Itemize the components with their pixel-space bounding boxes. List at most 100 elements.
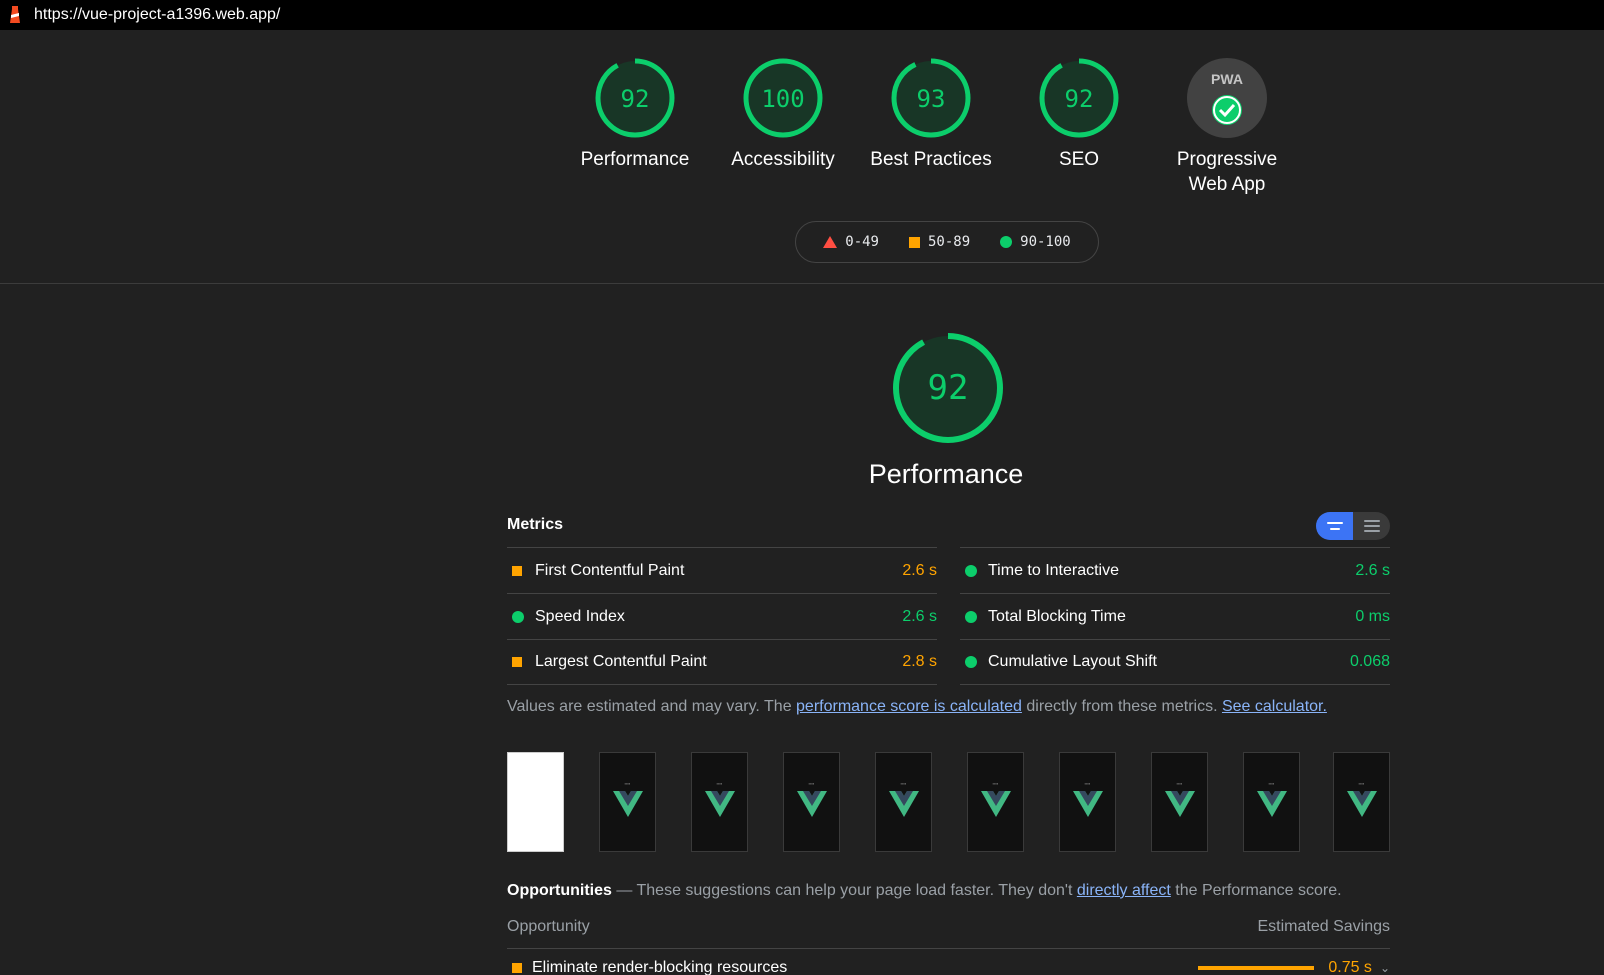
compact-view-icon[interactable]: [1316, 512, 1353, 540]
metric-name: Time to Interactive: [988, 561, 1120, 579]
pass-circle-icon: [965, 610, 977, 623]
gauge-label: Best Practices: [870, 149, 992, 170]
triangle-icon: [823, 236, 838, 248]
filmstrip-frame: ▪▪▪▪: [1333, 752, 1390, 852]
page-url: https://vue-project-a1396.web.app/: [34, 6, 281, 23]
see-calculator-link[interactable]: See calculator.: [1222, 698, 1327, 715]
pass-circle-icon: [965, 656, 977, 668]
vue-logo-icon: [1073, 791, 1103, 817]
metric-value: 2.6 s: [1355, 561, 1390, 579]
vue-logo-icon: [1165, 791, 1195, 817]
pwa-check-icon: PWA: [1187, 58, 1267, 138]
vue-logo-icon: [797, 791, 827, 817]
score-ring: 100: [743, 58, 823, 138]
performance-score: 92: [928, 368, 969, 408]
filmstrip-frame: ▪▪▪▪: [875, 752, 932, 852]
directly-affect-link[interactable]: directly affect: [1077, 882, 1171, 899]
score-value: 93: [917, 85, 946, 113]
gauge-performance[interactable]: 92 Performance: [565, 57, 705, 172]
gauge-label: Accessibility: [731, 149, 835, 170]
legend-pass: 90-100: [1000, 234, 1071, 250]
opportunities-desc: — These suggestions can help your page l…: [611, 882, 1077, 899]
filmstrip-frame: ▪▪▪▪: [599, 752, 656, 852]
opportunities-title: Opportunities: [507, 882, 612, 899]
score-calculated-link[interactable]: performance score is calculated: [796, 698, 1022, 715]
gauge-label: Progressive Web App: [1176, 149, 1278, 195]
metric-name: Cumulative Layout Shift: [988, 653, 1157, 670]
savings-value: 0.75 s: [1328, 959, 1372, 975]
filmstrip: ▪▪▪▪ ▪▪▪▪ ▪▪▪▪ ▪▪▪▪ ▪▪▪▪ ▪▪▪▪ ▪▪▪▪ ▪▪▪▪ …: [507, 752, 1390, 852]
divider: [507, 948, 1390, 949]
metric-name: Largest Contentful Paint: [535, 653, 707, 670]
filmstrip-frame: [507, 752, 564, 852]
metrics-right-column: Time to Interactive 2.6 s Total Blocking…: [960, 547, 1390, 685]
filmstrip-frame: ▪▪▪▪: [783, 752, 840, 852]
pwa-badge: PWA: [1211, 71, 1243, 87]
gauge-seo[interactable]: 92 SEO: [1009, 57, 1149, 172]
metric-row: Largest Contentful Paint 2.8 s: [507, 639, 937, 685]
gauge-accessibility[interactable]: 100 Accessibility: [713, 57, 853, 172]
score-ring: 92: [595, 58, 675, 138]
opportunity-row[interactable]: Eliminate render-blocking resources 0.75…: [507, 958, 1390, 975]
gauge-label: SEO: [1058, 149, 1100, 170]
col-opportunity: Opportunity: [507, 918, 590, 935]
opportunity-name: Eliminate render-blocking resources: [532, 959, 788, 975]
legend-range: 90-100: [1020, 234, 1071, 250]
category-gauges: 92 Performance 100 Accessibility 93 Best…: [581, 57, 1325, 207]
score-value: 100: [761, 85, 804, 113]
average-square-icon: [512, 657, 522, 667]
filmstrip-frame: ▪▪▪▪: [1151, 752, 1208, 852]
score-legend: 0-49 50-89 90-100: [795, 221, 1099, 263]
note-text: directly from these metrics.: [1021, 698, 1222, 715]
gauge-best-practices[interactable]: 93 Best Practices: [861, 57, 1001, 172]
savings-bar: [1198, 966, 1315, 970]
vue-logo-icon: [1347, 791, 1377, 817]
opportunities-desc: the Performance score.: [1170, 882, 1342, 899]
vue-logo-icon: [889, 791, 919, 817]
filmstrip-frame: ▪▪▪▪: [691, 752, 748, 852]
metric-name: First Contentful Paint: [535, 561, 685, 579]
performance-gauge: 92: [893, 333, 1003, 443]
vue-logo-icon: [705, 791, 735, 817]
metric-value: 0.068: [1349, 653, 1390, 670]
performance-title: Performance: [868, 459, 1024, 489]
metric-row: Time to Interactive 2.6 s: [960, 547, 1390, 593]
legend-average: 50-89: [908, 234, 971, 250]
legend-range: 50-89: [927, 234, 971, 250]
legend-fail: 0-49: [823, 234, 879, 250]
url-bar: https://vue-project-a1396.web.app/: [0, 0, 1604, 30]
metric-row: Speed Index 2.6 s: [507, 593, 937, 639]
score-value: 92: [621, 85, 650, 113]
square-icon: [908, 236, 920, 248]
pass-circle-icon: [512, 610, 524, 623]
chevron-down-icon[interactable]: ⌄: [1380, 961, 1390, 975]
filmstrip-frame: ▪▪▪▪: [967, 752, 1024, 852]
metrics-heading: Metrics: [507, 516, 564, 533]
metric-value: 0 ms: [1355, 607, 1390, 625]
metric-value: 2.6 s: [902, 607, 937, 625]
metrics-note: Values are estimated and may vary. The p…: [507, 698, 1327, 716]
section-divider: [0, 283, 1604, 284]
score-value: 92: [1065, 85, 1094, 113]
note-text: Values are estimated and may vary. The: [507, 698, 797, 715]
vue-logo-icon: [981, 791, 1011, 817]
metric-row: Total Blocking Time 0 ms: [960, 593, 1390, 639]
score-ring: 93: [891, 58, 971, 138]
pass-circle-icon: [965, 564, 977, 577]
average-square-icon: [512, 963, 522, 973]
legend-range: 0-49: [845, 234, 879, 250]
metrics-left-column: First Contentful Paint 2.6 s Speed Index…: [507, 547, 937, 685]
metric-row: Cumulative Layout Shift 0.068: [960, 639, 1390, 685]
score-ring: 92: [1039, 58, 1119, 138]
opportunities-header: Opportunities — These suggestions can he…: [507, 882, 1342, 900]
metric-value: 2.6 s: [902, 561, 937, 579]
average-square-icon: [512, 565, 522, 576]
metrics-view-toggle[interactable]: [1316, 512, 1390, 540]
metric-row: First Contentful Paint 2.6 s: [507, 547, 937, 593]
gauge-label: Performance: [580, 149, 690, 170]
expanded-view-icon[interactable]: [1353, 512, 1390, 540]
gauge-pwa[interactable]: PWA Progressive Web App: [1157, 57, 1297, 197]
metric-name: Speed Index: [535, 607, 625, 625]
col-estimated-savings: Estimated Savings: [1257, 918, 1390, 935]
metric-name: Total Blocking Time: [988, 607, 1126, 625]
